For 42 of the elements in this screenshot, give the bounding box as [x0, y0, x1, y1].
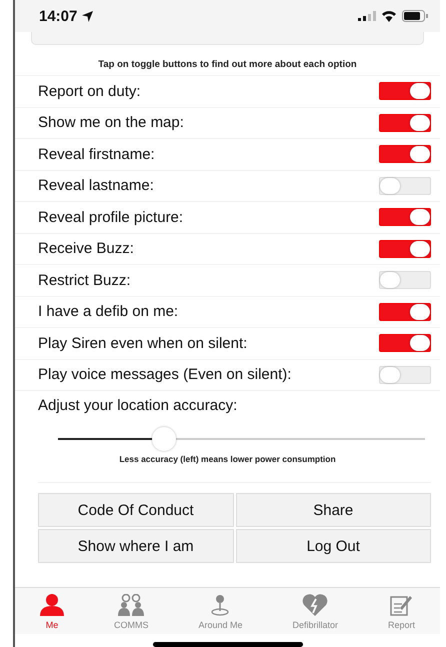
tab[interactable]: Report — [388, 594, 415, 630]
wifi-icon — [381, 10, 397, 22]
group-icon — [118, 594, 144, 616]
tab[interactable]: Me — [40, 594, 64, 630]
toggle-switch[interactable] — [379, 145, 431, 164]
setting-label: Receive Buzz: — [38, 240, 134, 258]
action-button[interactable]: Log Out — [236, 529, 431, 563]
tab[interactable]: Defibrillator — [292, 594, 338, 630]
setting-label: Play voice messages (Even on silent): — [38, 366, 292, 384]
hint-text: Tap on toggle buttons to find out more about each option — [97, 58, 358, 72]
toggle-switch[interactable] — [379, 302, 431, 321]
setting-label: Restrict Buzz: — [38, 272, 131, 289]
setting-label: Show me on the map: — [38, 114, 184, 132]
toggle-switch[interactable] — [379, 334, 431, 352]
battery-icon — [402, 10, 428, 22]
map-pin-icon — [209, 594, 232, 616]
toggle-switch[interactable] — [379, 240, 431, 258]
slider-note: Less accuracy (left) means lower power consumption — [118, 454, 337, 466]
toggle-switch[interactable] — [379, 208, 431, 226]
setting-label: Reveal firstname: — [38, 146, 155, 163]
tab[interactable]: Around Me — [198, 594, 242, 630]
slider-thumb[interactable] — [152, 427, 176, 451]
slider-label: Adjust your location accuracy: — [38, 397, 238, 414]
toggle-switch[interactable] — [379, 82, 431, 100]
action-button[interactable]: Show where I am — [38, 529, 234, 563]
status-time: 14:07 — [39, 8, 78, 24]
report-icon — [390, 594, 412, 616]
toggle-switch[interactable] — [379, 114, 431, 132]
tab[interactable]: COMMS — [114, 594, 148, 630]
person-icon — [40, 594, 64, 616]
setting-label: Play Siren even when on silent: — [38, 334, 248, 352]
setting-label: Reveal lastname: — [38, 177, 154, 194]
broken-heart-icon — [302, 594, 328, 616]
action-button[interactable]: Share — [236, 493, 431, 527]
setting-label: Report on duty: — [38, 82, 141, 100]
input-field[interactable] — [31, 32, 424, 45]
signal-icon — [358, 11, 376, 21]
setting-label: I have a defib on me: — [38, 303, 178, 320]
action-button[interactable]: Code Of Conduct — [38, 493, 234, 527]
location-arrow-icon — [82, 10, 94, 22]
setting-label: Reveal profile picture: — [38, 208, 184, 226]
accuracy-slider[interactable] — [58, 426, 425, 452]
